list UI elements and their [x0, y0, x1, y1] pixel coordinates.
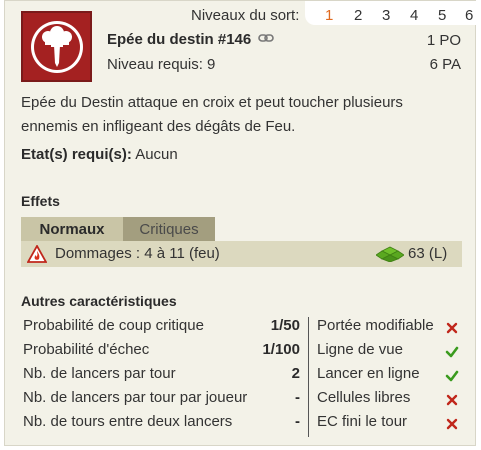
required-states-label: Etat(s) requi(s): — [21, 146, 132, 163]
level-6-tab[interactable]: 6 — [465, 7, 473, 24]
characteristic-value: 1/50 — [270, 317, 300, 334]
link-icon[interactable] — [258, 31, 275, 49]
characteristic-row: Probabilité d'échec 1/100 — [23, 341, 300, 365]
characteristic-row: Nb. de lancers par tour par joueur - — [23, 389, 300, 413]
level-4-tab[interactable]: 4 — [410, 7, 418, 24]
characteristic-value: 2 — [291, 365, 300, 382]
flag-row: Ligne de vue — [317, 341, 459, 365]
fire-icon — [26, 244, 48, 267]
spell-title: Epée du destin #146 — [107, 31, 275, 49]
check-icon — [445, 346, 459, 358]
effect-row: Dommages : 4 à 11 (feu) 63 (L) — [21, 241, 462, 267]
characteristic-label: Nb. de lancers par tour par joueur — [23, 389, 248, 406]
flag-row: Portée modifiable — [317, 317, 459, 341]
effect-area-text: 63 (L) — [408, 245, 448, 262]
spell-name: Epée du destin #146 — [107, 31, 252, 48]
level-3-tab[interactable]: 3 — [382, 7, 390, 24]
characteristic-label: Nb. de lancers par tour — [23, 365, 176, 382]
check-icon — [445, 370, 459, 382]
characteristic-value: 1/100 — [262, 341, 300, 358]
cross-icon — [446, 418, 458, 430]
level-5-tab[interactable]: 5 — [438, 7, 446, 24]
spell-card: Niveaux du sort: 1 2 3 4 5 6 Epée du des… — [4, 0, 477, 446]
required-states: Etat(s) requi(s): Aucun — [21, 146, 178, 163]
flag-label: Portée modifiable — [317, 317, 434, 334]
effect-text: Dommages : 4 à 11 (feu) — [55, 245, 220, 262]
spell-description: Epée du Destin attaque en croix et peut … — [21, 94, 403, 135]
spell-icon — [21, 11, 92, 82]
cross-icon — [446, 322, 458, 334]
characteristic-value: - — [295, 413, 300, 430]
flag-row: Cellules libres — [317, 389, 459, 413]
characteristics-title: Autres caractéristiques — [21, 293, 177, 309]
flag-row: EC fini le tour — [317, 413, 459, 437]
characteristic-value: - — [295, 389, 300, 406]
characteristics-right: Portée modifiable Ligne de vue Lancer en… — [317, 317, 459, 437]
ap-cost: 6 PA — [429, 56, 461, 73]
required-states-value: Aucun — [135, 146, 178, 163]
cross-area-icon — [375, 246, 405, 266]
level-2-tab[interactable]: 2 — [354, 7, 362, 24]
required-level: Niveau requis: 9 — [107, 56, 216, 73]
tab-critical-effects[interactable]: Critiques — [123, 217, 215, 241]
characteristic-row: Nb. de tours entre deux lancers - — [23, 413, 300, 437]
tab-normal-effects[interactable]: Normaux — [21, 217, 123, 241]
effects-title: Effets — [21, 193, 60, 209]
flag-label: Ligne de vue — [317, 341, 403, 358]
characteristic-row: Nb. de lancers par tour 2 — [23, 365, 300, 389]
levels-label: Niveaux du sort: — [191, 7, 300, 24]
flag-label: Lancer en ligne — [317, 365, 420, 382]
range-cost: 1 PO — [426, 32, 461, 49]
cross-icon — [446, 394, 458, 406]
column-divider — [308, 317, 309, 437]
sword-cloud-icon — [30, 20, 83, 73]
characteristic-label: Probabilité d'échec — [23, 341, 150, 358]
flag-row: Lancer en ligne — [317, 365, 459, 389]
characteristic-row: Probabilité de coup critique 1/50 — [23, 317, 300, 341]
flag-label: EC fini le tour — [317, 413, 408, 430]
characteristic-label: Nb. de tours entre deux lancers — [23, 413, 233, 430]
flag-label: Cellules libres — [317, 389, 411, 406]
level-1-tab[interactable]: 1 — [325, 7, 333, 24]
characteristics-left: Probabilité de coup critique 1/50 Probab… — [23, 317, 300, 437]
characteristic-label: Probabilité de coup critique — [23, 317, 204, 334]
